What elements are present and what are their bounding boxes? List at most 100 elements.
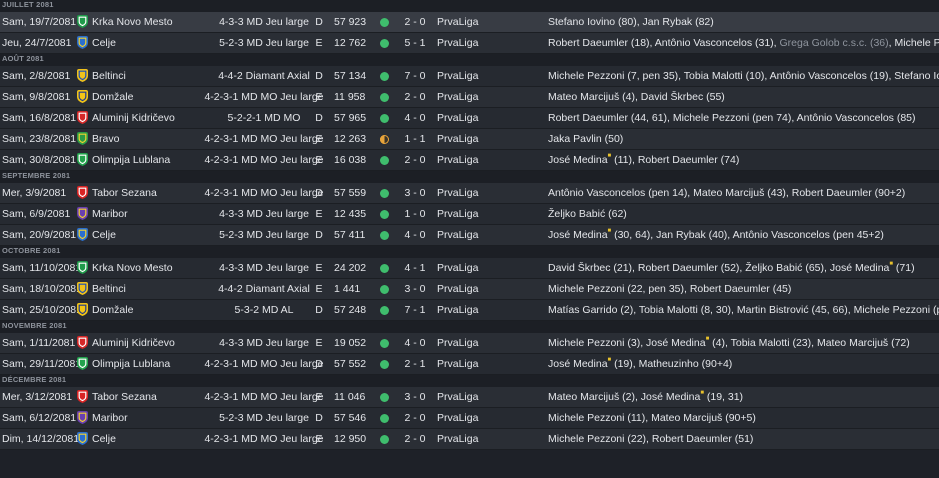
opponent-link[interactable]: Maribor	[92, 408, 128, 428]
competition-link[interactable]: PrvaLiga	[437, 183, 478, 203]
opponent-link[interactable]: Tabor Sezana	[92, 183, 157, 203]
score-link[interactable]: 4 - 0	[398, 108, 432, 128]
crest-tabor-icon	[77, 186, 88, 199]
score-link[interactable]: 7 - 1	[398, 300, 432, 320]
match-date[interactable]: Sam, 18/10/2081	[2, 279, 82, 299]
fixture-row[interactable]: Mer, 3/9/2081 Tabor Sezana 4-2-3-1 MD MO J…	[0, 183, 939, 204]
score-link[interactable]: 1 - 1	[398, 129, 432, 149]
venue-label: E	[315, 262, 323, 274]
match-date[interactable]: Mer, 3/12/2081	[2, 387, 72, 407]
competition-link[interactable]: PrvaLiga	[437, 354, 478, 374]
match-date[interactable]: Sam, 2/8/2081	[2, 66, 70, 86]
scorers-text: Mateo Marcijuš (2), José Medina■ (19, 31…	[548, 387, 939, 407]
fixture-row[interactable]: Dim, 14/12/2081 Celje 4-2-3-1 MD MO Jeu la…	[0, 429, 939, 450]
score-link[interactable]: 2 - 0	[398, 87, 432, 107]
match-date[interactable]: Sam, 11/10/2081	[2, 258, 81, 278]
competition-link[interactable]: PrvaLiga	[437, 12, 478, 32]
crest-celje-icon	[77, 36, 88, 49]
competition-link[interactable]: PrvaLiga	[437, 300, 478, 320]
crest-aluminij-icon	[77, 111, 88, 124]
opponent-link[interactable]: Domžale	[92, 300, 133, 320]
competition-link[interactable]: PrvaLiga	[437, 279, 478, 299]
scorer-text: José Medina	[548, 229, 608, 241]
fixture-row[interactable]: Jeu, 24/7/2081 Celje 5-2-3 MD Jeu large E 12…	[0, 33, 939, 54]
match-date[interactable]: Sam, 1/11/2081	[2, 333, 75, 353]
crest-beltinci-icon	[77, 69, 88, 82]
match-date[interactable]: Sam, 16/8/2081	[2, 108, 76, 128]
fixture-row[interactable]: Sam, 30/8/2081 Olimpija Lublana 4-2-3-1 MD…	[0, 150, 939, 171]
opponent-link[interactable]: Bravo	[92, 129, 119, 149]
win-result-icon	[380, 393, 389, 402]
opponent-link[interactable]: Beltinci	[92, 66, 126, 86]
score-link[interactable]: 7 - 0	[398, 66, 432, 86]
opponent-link[interactable]: Celje	[92, 225, 116, 245]
opponent-link[interactable]: Celje	[92, 429, 116, 449]
fixture-row[interactable]: Sam, 25/10/2081 Domžale 5-3-2 MD AL D 57 248…	[0, 300, 939, 321]
score-link[interactable]: 2 - 0	[398, 429, 432, 449]
fixture-row[interactable]: Sam, 11/10/2081 Krka Novo Mesto 4-3-3 MD J…	[0, 258, 939, 279]
score-link[interactable]: 4 - 0	[398, 225, 432, 245]
match-date[interactable]: Sam, 19/7/2081	[2, 12, 76, 32]
match-date[interactable]: Sam, 6/9/2081	[2, 204, 70, 224]
fixture-row[interactable]: Sam, 16/8/2081 Aluminij Kidričevo 5-2-2-1 …	[0, 108, 939, 129]
match-date[interactable]: Sam, 6/12/2081	[2, 408, 76, 428]
competition-link[interactable]: PrvaLiga	[437, 204, 478, 224]
fixture-row[interactable]: Sam, 20/9/2081 Celje 5-2-3 MD Jeu large D 57…	[0, 225, 939, 246]
opponent-link[interactable]: Domžale	[92, 87, 133, 107]
opponent-link[interactable]: Maribor	[92, 204, 128, 224]
score-link[interactable]: 3 - 0	[398, 279, 432, 299]
attendance-value: 12 950	[334, 433, 367, 445]
month-header: AOÛT 2081	[0, 54, 939, 66]
match-date[interactable]: Sam, 29/11/2081	[2, 354, 81, 374]
score-link[interactable]: 2 - 0	[398, 12, 432, 32]
score-link[interactable]: 3 - 0	[398, 183, 432, 203]
score-link[interactable]: 4 - 1	[398, 258, 432, 278]
score-link[interactable]: 2 - 1	[398, 354, 432, 374]
fixture-row[interactable]: Sam, 29/11/2081 Olimpija Lublana 4-2-3-1 M…	[0, 354, 939, 375]
fixture-row[interactable]: Sam, 18/10/2081 Beltinci 4-4-2 Diamant Axi…	[0, 279, 939, 300]
competition-link[interactable]: PrvaLiga	[437, 129, 478, 149]
score-link[interactable]: 1 - 0	[398, 204, 432, 224]
competition-link[interactable]: PrvaLiga	[437, 429, 478, 449]
fixture-row[interactable]: Sam, 19/7/2081 Krka Novo Mesto 4-3-3 MD Je…	[0, 12, 939, 33]
win-result-icon	[380, 72, 389, 81]
venue-label: D	[315, 16, 323, 28]
competition-link[interactable]: PrvaLiga	[437, 87, 478, 107]
fixture-row[interactable]: Sam, 1/11/2081 Aluminij Kidričevo 4-3-3 MD…	[0, 333, 939, 354]
opponent-link[interactable]: Tabor Sezana	[92, 387, 157, 407]
match-date[interactable]: Mer, 3/9/2081	[2, 183, 66, 203]
score-link[interactable]: 2 - 0	[398, 408, 432, 428]
fixture-row[interactable]: Sam, 6/12/2081 Maribor 5-2-3 MD Jeu large D…	[0, 408, 939, 429]
competition-link[interactable]: PrvaLiga	[437, 225, 478, 245]
win-result-icon	[380, 93, 389, 102]
competition-link[interactable]: PrvaLiga	[437, 150, 478, 170]
match-date[interactable]: Sam, 25/10/2081	[2, 300, 82, 320]
win-result-icon	[380, 285, 389, 294]
match-date[interactable]: Sam, 20/9/2081	[2, 225, 76, 245]
score-link[interactable]: 2 - 0	[398, 150, 432, 170]
competition-link[interactable]: PrvaLiga	[437, 258, 478, 278]
fixture-row[interactable]: Sam, 23/8/2081 Bravo 4-2-3-1 MD MO Jeu lar…	[0, 129, 939, 150]
scorer-text: Mateo Marcijuš (2), José Medina	[548, 391, 701, 403]
match-date[interactable]: Jeu, 24/7/2081	[2, 33, 71, 53]
competition-link[interactable]: PrvaLiga	[437, 333, 478, 353]
crest-celje-icon	[77, 228, 88, 241]
competition-link[interactable]: PrvaLiga	[437, 33, 478, 53]
fixture-row[interactable]: Sam, 6/9/2081 Maribor 4-3-3 MD Jeu large E 1…	[0, 204, 939, 225]
score-link[interactable]: 3 - 0	[398, 387, 432, 407]
fixture-row[interactable]: Sam, 2/8/2081 Beltinci 4-4-2 Diamant Axial…	[0, 66, 939, 87]
competition-link[interactable]: PrvaLiga	[437, 66, 478, 86]
opponent-link[interactable]: Beltinci	[92, 279, 126, 299]
fixture-row[interactable]: Sam, 9/8/2081 Domžale 4-2-3-1 MD MO Jeu la…	[0, 87, 939, 108]
score-link[interactable]: 4 - 0	[398, 333, 432, 353]
score-link[interactable]: 5 - 1	[398, 33, 432, 53]
competition-link[interactable]: PrvaLiga	[437, 408, 478, 428]
fixture-row[interactable]: Mer, 3/12/2081 Tabor Sezana 4-2-3-1 MD MO …	[0, 387, 939, 408]
competition-link[interactable]: PrvaLiga	[437, 387, 478, 407]
match-date[interactable]: Sam, 30/8/2081	[2, 150, 76, 170]
match-date[interactable]: Sam, 9/8/2081	[2, 87, 70, 107]
match-date[interactable]: Sam, 23/8/2081	[2, 129, 76, 149]
competition-link[interactable]: PrvaLiga	[437, 108, 478, 128]
match-date[interactable]: Dim, 14/12/2081	[2, 429, 79, 449]
opponent-link[interactable]: Celje	[92, 33, 116, 53]
